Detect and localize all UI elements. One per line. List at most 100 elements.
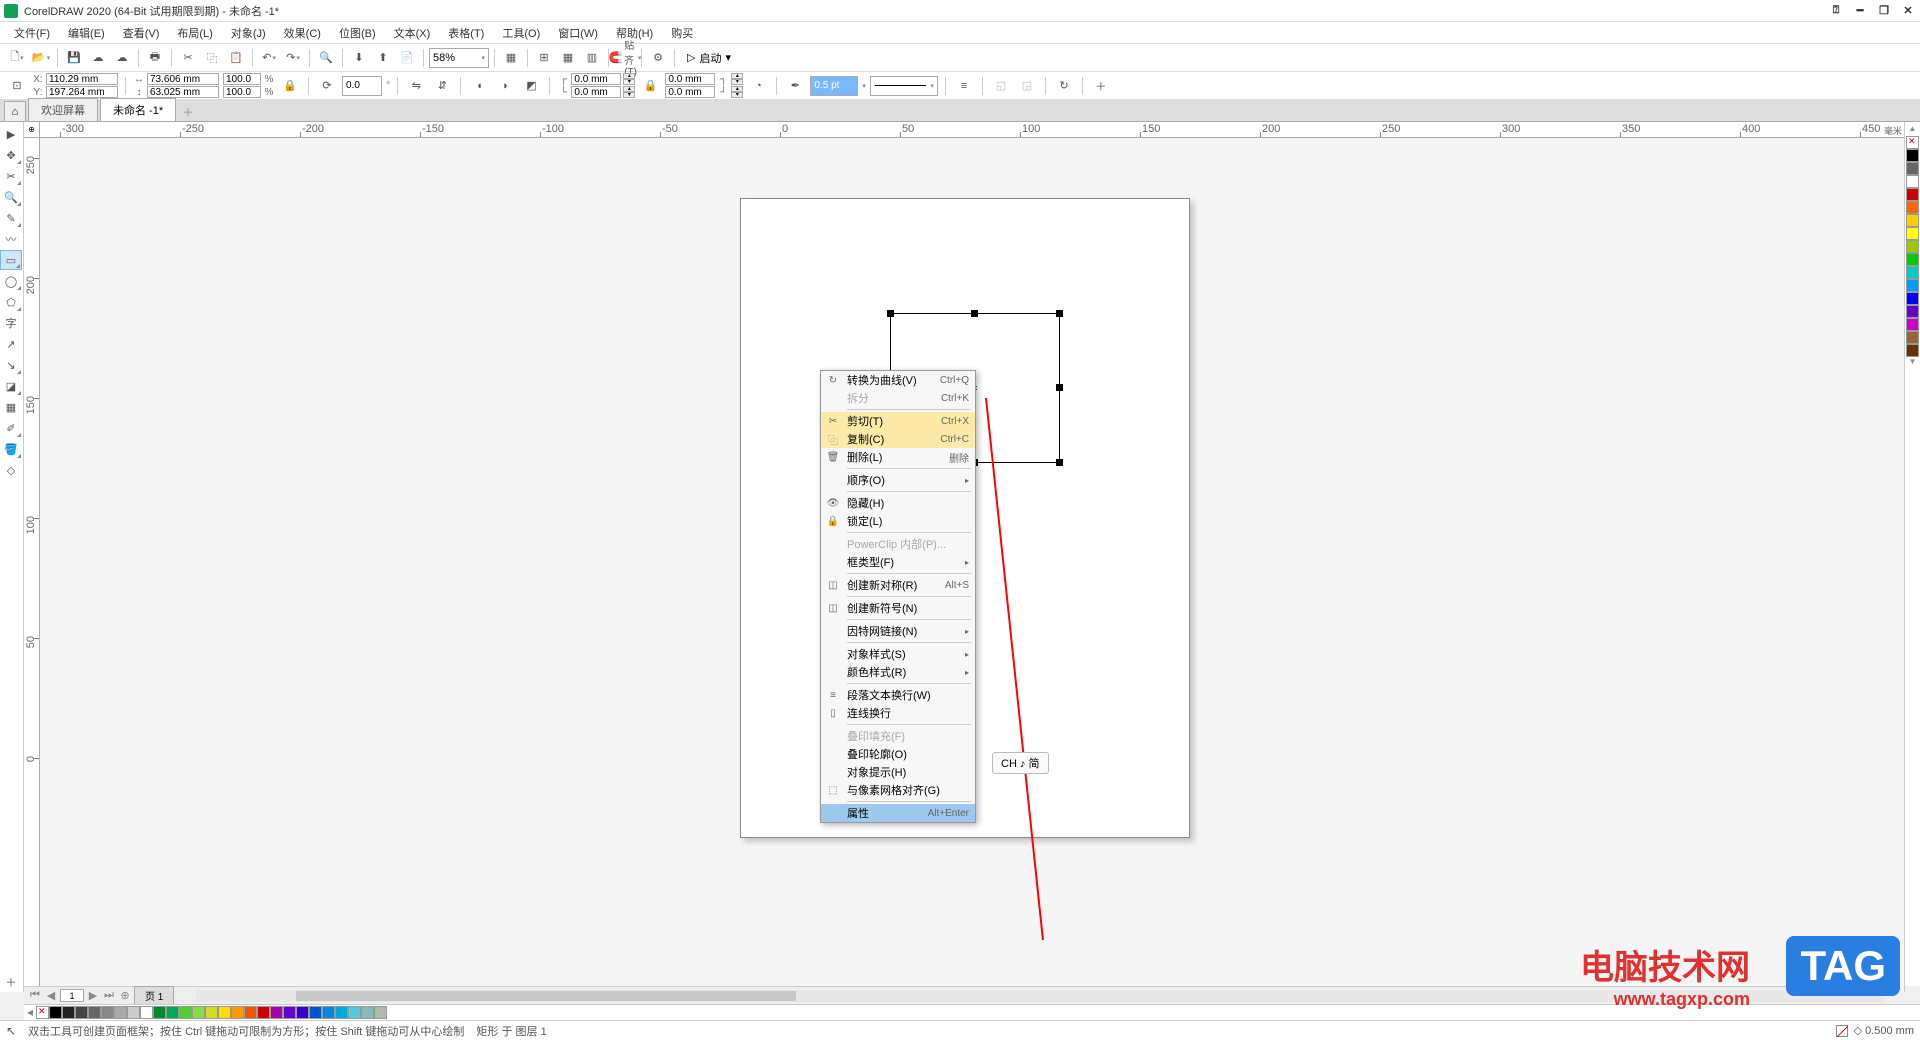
lock-ratio-icon[interactable]: 🔒 [279,75,301,97]
zoom-tool[interactable]: 🔍 [0,187,22,207]
relative-corner-icon[interactable]: ◔ [747,75,769,97]
cloud-up-icon[interactable]: ☁ [87,47,109,69]
corner-tr-input[interactable] [665,73,715,85]
eyedropper-tool[interactable]: ✐ [0,418,22,438]
swatch[interactable] [127,1006,140,1019]
swatch[interactable] [348,1006,361,1019]
fill-tool[interactable]: 🪣 [0,439,22,459]
back-of-layer-icon[interactable]: ◲ [1016,75,1038,97]
swatch[interactable] [361,1006,374,1019]
menu-j[interactable]: 对象(J) [223,23,274,43]
swatch[interactable] [218,1006,231,1019]
swatch[interactable] [205,1006,218,1019]
swatch[interactable] [322,1006,335,1019]
colorbar-swatch[interactable] [1906,227,1919,240]
menu-l[interactable]: 布局(L) [169,23,220,43]
open-button[interactable]: 📂 [30,47,52,69]
corner-tl-input[interactable] [571,73,621,85]
ctx-颜色样式R[interactable]: 颜色样式(R)▸ [821,663,975,681]
transparency-tool[interactable]: ▦ [0,397,22,417]
colorbar-swatch[interactable] [1906,149,1919,162]
swatch[interactable] [231,1006,244,1019]
swatch[interactable] [309,1006,322,1019]
handle-n[interactable] [971,310,978,317]
ctx-段落文本换行W[interactable]: ≡段落文本换行(W) [821,686,975,704]
position-origin-icon[interactable]: ⊡ [6,75,28,97]
cut-button[interactable]: ✂ [177,47,199,69]
colorbar-swatch[interactable] [1906,318,1919,331]
quick-customize-toolbox[interactable]: ＋ [0,972,22,992]
rectangle-tool[interactable]: ▭ [0,250,22,270]
home-tab[interactable]: ⌂ [4,101,26,121]
crop-tool[interactable]: ✂ [0,166,22,186]
add-page-button[interactable]: ⊕ [118,989,132,1002]
text-tool[interactable]: 字 [0,313,22,333]
page-prev[interactable]: ◀ [44,989,58,1002]
ctx-对象样式S[interactable]: 对象样式(S)▸ [821,645,975,663]
menu-o[interactable]: 工具(O) [494,23,548,43]
export-button[interactable]: ⬆ [372,47,394,69]
close-icon[interactable]: ✕ [1900,3,1916,19]
corner-lock-icon[interactable]: 🔒 [639,75,661,97]
import-button[interactable]: ⬇ [348,47,370,69]
new-button[interactable]: 🗋 [6,47,28,69]
menu-w[interactable]: 窗口(W) [550,23,606,43]
tab-welcome[interactable]: 欢迎屏幕 [28,98,98,121]
page-next[interactable]: ▶ [86,989,100,1002]
menu-b[interactable]: 位图(B) [331,23,384,43]
ctx-与像素网格对齐G[interactable]: ⬚与像素网格对齐(G) [821,781,975,799]
menu-t[interactable]: 表格(T) [440,23,492,43]
swatch[interactable] [179,1006,192,1019]
ruler-origin[interactable]: ⊕ [24,122,40,138]
swatch[interactable] [49,1006,62,1019]
menu-e[interactable]: 编辑(E) [60,23,113,43]
corner-chamfer-icon[interactable]: ◩ [520,75,542,97]
swatch[interactable] [296,1006,309,1019]
undo-button[interactable]: ↶ [258,47,280,69]
swatch[interactable] [101,1006,114,1019]
redo-button[interactable]: ↷ [282,47,304,69]
quick-customize-icon[interactable]: ＋ [1090,75,1112,97]
line-style-combo[interactable] [870,76,938,96]
connector-tool[interactable]: ↘ [0,355,22,375]
mirror-v-icon[interactable]: ⇵ [431,75,453,97]
convert-curves-icon[interactable]: ↻ [1053,75,1075,97]
x-input[interactable] [46,73,118,85]
outline-width-input[interactable] [810,76,858,96]
colorbar-down[interactable]: ▼ [1909,357,1917,369]
height-input[interactable] [147,86,219,98]
ctx-创建新对称R[interactable]: ◫创建新对称(R)Alt+S [821,576,975,594]
colorbar-swatch[interactable] [1906,162,1919,175]
swatch[interactable] [62,1006,75,1019]
colorbar-swatch[interactable] [1906,266,1919,279]
swatch[interactable] [270,1006,283,1019]
freehand-tool[interactable]: ✎ [0,208,22,228]
grid-icon[interactable]: ▦ [557,47,579,69]
publish-button[interactable]: 📄 [396,47,418,69]
menu-c[interactable]: 效果(C) [276,23,329,43]
ctx-创建新符号N[interactable]: ◫创建新符号(N) [821,599,975,617]
swatch[interactable] [257,1006,270,1019]
colorbar-swatch[interactable] [1906,344,1919,357]
polygon-tool[interactable]: ⬠ [0,292,22,312]
fill-indicator[interactable] [1836,1025,1848,1037]
ctx-删除L[interactable]: 🗑删除(L)删除 [821,448,975,466]
wrap-text-icon[interactable]: ≡ [953,75,975,97]
angle-input[interactable] [342,76,382,96]
scale-y-input[interactable] [223,86,261,98]
front-of-layer-icon[interactable]: ◱ [990,75,1012,97]
minimize-icon[interactable]: ━ [1852,3,1868,19]
ellipse-tool[interactable]: ◯ [0,271,22,291]
add-tab-button[interactable]: ＋ [178,103,198,121]
menu-x[interactable]: 文本(X) [386,23,439,43]
search-icon[interactable]: 🔍 [315,47,337,69]
tab-document[interactable]: 未命名 -1* [100,98,176,121]
colorbar-swatch[interactable] [1906,188,1919,201]
swatch[interactable] [283,1006,296,1019]
colorbar-none[interactable] [1906,136,1919,149]
colorbar-swatch[interactable] [1906,305,1919,318]
swatch-none[interactable] [36,1006,49,1019]
colorbar-swatch[interactable] [1906,253,1919,266]
maximize-icon[interactable]: ❐ [1876,3,1892,19]
swatch[interactable] [88,1006,101,1019]
